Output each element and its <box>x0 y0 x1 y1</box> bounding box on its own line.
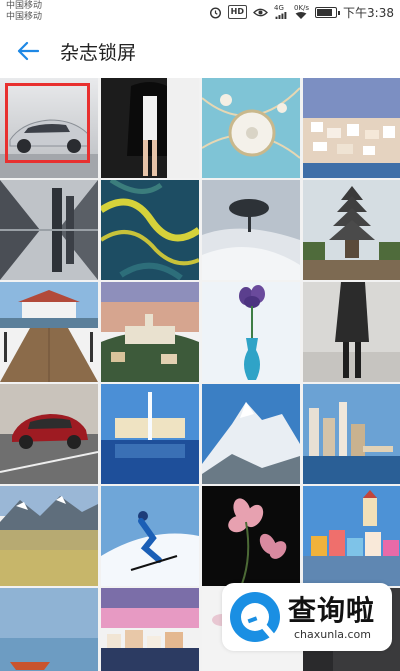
watermark-brand-cn: 查询啦 <box>288 593 376 627</box>
network-4g-label: 4G <box>273 4 284 12</box>
battery-icon <box>315 5 341 19</box>
watermark: 查询啦 chaxunla.com <box>222 583 392 651</box>
watermark-brand-en: chaxunla.com <box>294 627 371 641</box>
title-bar: 杂志锁屏 <box>0 24 400 78</box>
wallpaper-tile-mirrored-city[interactable] <box>0 180 98 280</box>
wallpaper-tile-pagoda[interactable] <box>303 180 400 280</box>
wifi-icon: 0K/s <box>294 5 309 19</box>
wallpaper-tile-palace-fountain[interactable] <box>101 384 199 484</box>
hd-icon: HD <box>227 5 247 19</box>
wallpaper-tile-jewelry[interactable] <box>202 78 300 178</box>
wallpaper-tile-coastal-dusk[interactable] <box>101 588 199 671</box>
chaxunla-logo-icon <box>230 592 280 642</box>
wallpaper-tile-red-car[interactable] <box>0 384 98 484</box>
wallpaper-tile-fashion-model[interactable] <box>101 78 199 178</box>
wallpaper-tile-boats[interactable] <box>0 588 98 671</box>
wallpaper-tile-pink-lily[interactable] <box>202 486 300 586</box>
back-button[interactable] <box>0 24 56 78</box>
alarm-icon <box>209 5 222 19</box>
wallpaper-tile-hilltop-village[interactable] <box>101 282 199 382</box>
page-title: 杂志锁屏 <box>60 41 137 64</box>
carrier-2: 中国移动 <box>6 12 43 22</box>
signal-icon: 4G <box>274 5 288 19</box>
wallpaper-tile-seaside-town[interactable] <box>303 78 400 178</box>
arrow-left-icon <box>17 41 39 61</box>
wallpaper-tile-aerial-river[interactable] <box>101 180 199 280</box>
wallpaper-tile-harbor-skyline[interactable] <box>303 384 400 484</box>
wallpaper-tile-runway-model[interactable] <box>303 282 400 382</box>
carrier-info: 中国移动 中国移动 <box>6 1 42 23</box>
wallpaper-tile-volcano-lake[interactable] <box>0 486 98 586</box>
status-bar: 中国移动 中国移动 HD 4G 0K/s 下午3:38 <box>0 0 400 24</box>
wallpaper-tile-snow-mountain[interactable] <box>202 384 300 484</box>
eye-icon <box>253 5 268 19</box>
battery-fill <box>317 8 333 16</box>
clock: 下午3:38 <box>343 5 394 20</box>
wallpaper-tile-pier[interactable] <box>0 282 98 382</box>
wallpaper-tile-desert-tree[interactable] <box>202 180 300 280</box>
network-speed: 0K/s <box>293 4 310 12</box>
status-icons: HD 4G 0K/s 下午3:38 <box>209 3 394 21</box>
wallpaper-tile-concept-car[interactable] <box>0 78 98 178</box>
wallpaper-tile-iris-vase[interactable] <box>202 282 300 382</box>
wallpaper-tile-skier[interactable] <box>101 486 199 586</box>
wallpaper-tile-colorful-castle[interactable] <box>303 486 400 586</box>
carrier-1: 中国移动 <box>6 1 43 11</box>
